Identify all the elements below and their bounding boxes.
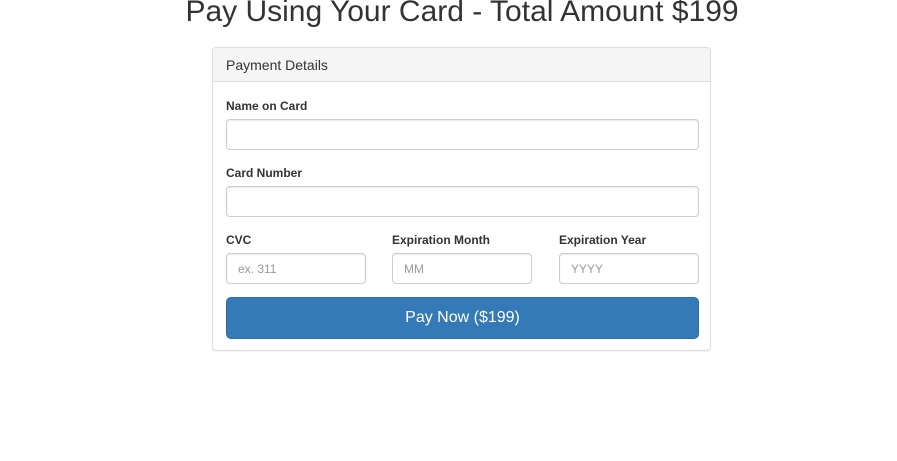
page-title: Pay Using Your Card - Total Amount $199 [185,0,739,28]
expiration-year-input[interactable] [559,253,699,284]
expiration-year-label: Expiration Year [559,233,647,247]
expiration-month-input[interactable] [392,253,532,284]
card-number-label: Card Number [226,166,303,180]
name-on-card-label: Name on Card [226,99,308,113]
cvc-label: CVC [226,233,252,247]
cvc-input[interactable] [226,253,366,284]
pay-now-button[interactable]: Pay Now ($199) [226,297,699,339]
panel-heading: Payment Details [213,48,710,82]
payment-panel: Payment Details Name on Card Card Number… [212,47,711,351]
expiration-month-label: Expiration Month [392,233,490,247]
name-on-card-input[interactable] [226,119,699,150]
card-number-input[interactable] [226,186,699,217]
